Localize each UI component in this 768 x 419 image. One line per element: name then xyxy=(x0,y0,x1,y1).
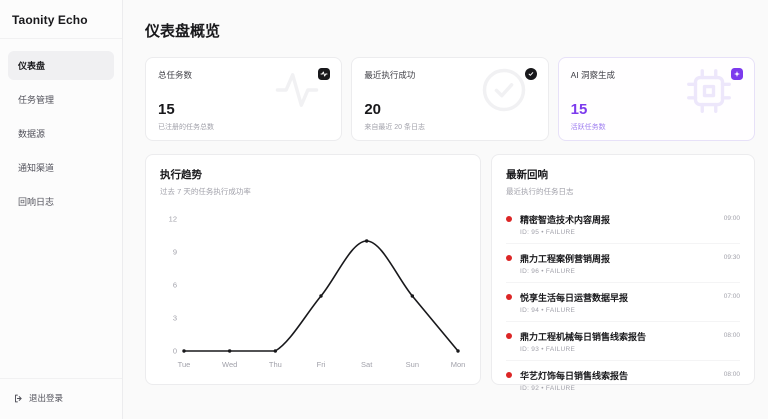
svg-text:0: 0 xyxy=(173,347,177,356)
echo-item-title: 悦享生活每日运营数据早报 xyxy=(520,291,716,304)
stat-title: 最近执行成功 xyxy=(364,69,535,81)
svg-text:9: 9 xyxy=(173,248,177,257)
stat-value: 15 xyxy=(571,101,742,118)
svg-text:6: 6 xyxy=(173,281,177,290)
echo-item-time: 08:00 xyxy=(724,332,740,339)
stat-subtitle: 已注册的任务总数 xyxy=(158,122,329,132)
latest-echoes-panel: 最新回响 最近执行的任务日志 精密智造技术内容周报 ID: 95 • FAILU… xyxy=(491,154,755,385)
stats-row: 总任务数 15 已注册的任务总数 最近执行成功 20 xyxy=(145,57,755,141)
stat-value: 20 xyxy=(364,101,535,118)
echo-list-item[interactable]: 鼎力工程案例营销周报 ID: 96 • FAILURE 09:30 xyxy=(506,244,740,283)
echo-item-time: 09:30 xyxy=(724,254,740,261)
stat-subtitle: 来自最近 20 条日志 xyxy=(364,122,535,132)
status-dot-failure xyxy=(506,294,512,300)
svg-text:12: 12 xyxy=(169,215,177,224)
echo-item-title: 华艺灯饰每日销售线索报告 xyxy=(520,369,716,382)
sidebar-nav: 仪表盘 任务管理 数据源 通知渠道 回响日志 xyxy=(0,51,122,216)
trend-panel: 执行趋势 过去 7 天的任务执行成功率 0 3 6 9 12 Tue Wed Thu Fri Sa… xyxy=(145,154,481,385)
page-title: 仪表盘概览 xyxy=(145,20,755,41)
sidebar-item-logs[interactable]: 回响日志 xyxy=(8,187,114,216)
sidebar: Taonity Echo 仪表盘 任务管理 数据源 通知渠道 回响日志 退出登录 xyxy=(0,0,123,419)
echo-item-time: 07:00 xyxy=(724,293,740,300)
svg-text:Wed: Wed xyxy=(222,360,237,369)
chart-y-axis: 0 3 6 9 12 xyxy=(169,215,177,356)
svg-text:Mon: Mon xyxy=(451,360,466,369)
echo-item-title: 鼎力工程机械每日销售线索报告 xyxy=(520,330,716,343)
trend-line-chart: 0 3 6 9 12 Tue Wed Thu Fri Sat Sun Mon xyxy=(160,209,466,375)
echo-item-time: 08:00 xyxy=(724,371,740,378)
echo-item-meta: ID: 92 • FAILURE xyxy=(520,385,716,392)
echo-list-item[interactable]: 鼎力工程机械每日销售线索报告 ID: 93 • FAILURE 08:00 xyxy=(506,322,740,361)
echo-list-item[interactable]: 悦享生活每日运营数据早报 ID: 94 • FAILURE 07:00 xyxy=(506,283,740,322)
sparkle-icon xyxy=(731,68,743,80)
echo-item-meta: ID: 94 • FAILURE xyxy=(520,307,716,314)
echo-item-meta: ID: 93 • FAILURE xyxy=(520,346,716,353)
sidebar-item-dashboard[interactable]: 仪表盘 xyxy=(8,51,114,80)
echo-list-item[interactable]: 华艺灯饰每日销售线索报告 ID: 92 • FAILURE 08:00 xyxy=(506,361,740,399)
echoes-subtitle: 最近执行的任务日志 xyxy=(506,186,740,197)
trend-title: 执行趋势 xyxy=(160,167,466,182)
logout-icon xyxy=(14,394,23,403)
status-dot-failure xyxy=(506,216,512,222)
sidebar-item-channels[interactable]: 通知渠道 xyxy=(8,153,114,182)
stat-subtitle: 活跃任务数 xyxy=(571,122,742,132)
echo-item-title: 鼎力工程案例营销周报 xyxy=(520,252,716,265)
echo-item-title: 精密智造技术内容周报 xyxy=(520,213,716,226)
trend-subtitle: 过去 7 天的任务执行成功率 xyxy=(160,186,466,197)
sidebar-item-tasks[interactable]: 任务管理 xyxy=(8,85,114,114)
logout-label: 退出登录 xyxy=(29,392,63,404)
echo-item-meta: ID: 95 • FAILURE xyxy=(520,229,716,236)
echo-item-meta: ID: 96 • FAILURE xyxy=(520,268,716,275)
echo-list-item[interactable]: 精密智造技术内容周报 ID: 95 • FAILURE 09:00 xyxy=(506,205,740,244)
activity-icon xyxy=(318,68,330,80)
svg-text:3: 3 xyxy=(173,314,177,323)
stat-title: 总任务数 xyxy=(158,69,329,81)
stat-card-total-tasks: 总任务数 15 已注册的任务总数 xyxy=(145,57,342,141)
main-content: 仪表盘概览 总任务数 15 已注册的任务总数 最近执行成功 xyxy=(123,0,768,419)
stat-value: 15 xyxy=(158,101,329,118)
check-circle-icon xyxy=(525,68,537,80)
logout-button[interactable]: 退出登录 xyxy=(0,378,122,419)
chart-points xyxy=(182,239,459,352)
sidebar-item-datasources[interactable]: 数据源 xyxy=(8,119,114,148)
svg-text:Tue: Tue xyxy=(178,360,191,369)
echo-list: 精密智造技术内容周报 ID: 95 • FAILURE 09:00 鼎力工程案例… xyxy=(506,205,740,399)
svg-text:Sat: Sat xyxy=(361,360,373,369)
svg-text:Sun: Sun xyxy=(406,360,419,369)
chart-x-axis: Tue Wed Thu Fri Sat Sun Mon xyxy=(178,360,466,369)
svg-text:Fri: Fri xyxy=(317,360,326,369)
stat-card-recent-success: 最近执行成功 20 来自最近 20 条日志 xyxy=(351,57,548,141)
echo-item-time: 09:00 xyxy=(724,215,740,222)
svg-text:Thu: Thu xyxy=(269,360,282,369)
app-title: Taonity Echo xyxy=(0,0,122,39)
status-dot-failure xyxy=(506,372,512,378)
echoes-title: 最新回响 xyxy=(506,167,740,182)
status-dot-failure xyxy=(506,255,512,261)
status-dot-failure xyxy=(506,333,512,339)
stat-card-ai-insights: AI 洞察生成 15 活跃任务数 xyxy=(558,57,755,141)
panels-row: 执行趋势 过去 7 天的任务执行成功率 0 3 6 9 12 Tue Wed Thu Fri Sa… xyxy=(145,154,755,385)
stat-title: AI 洞察生成 xyxy=(571,69,742,81)
